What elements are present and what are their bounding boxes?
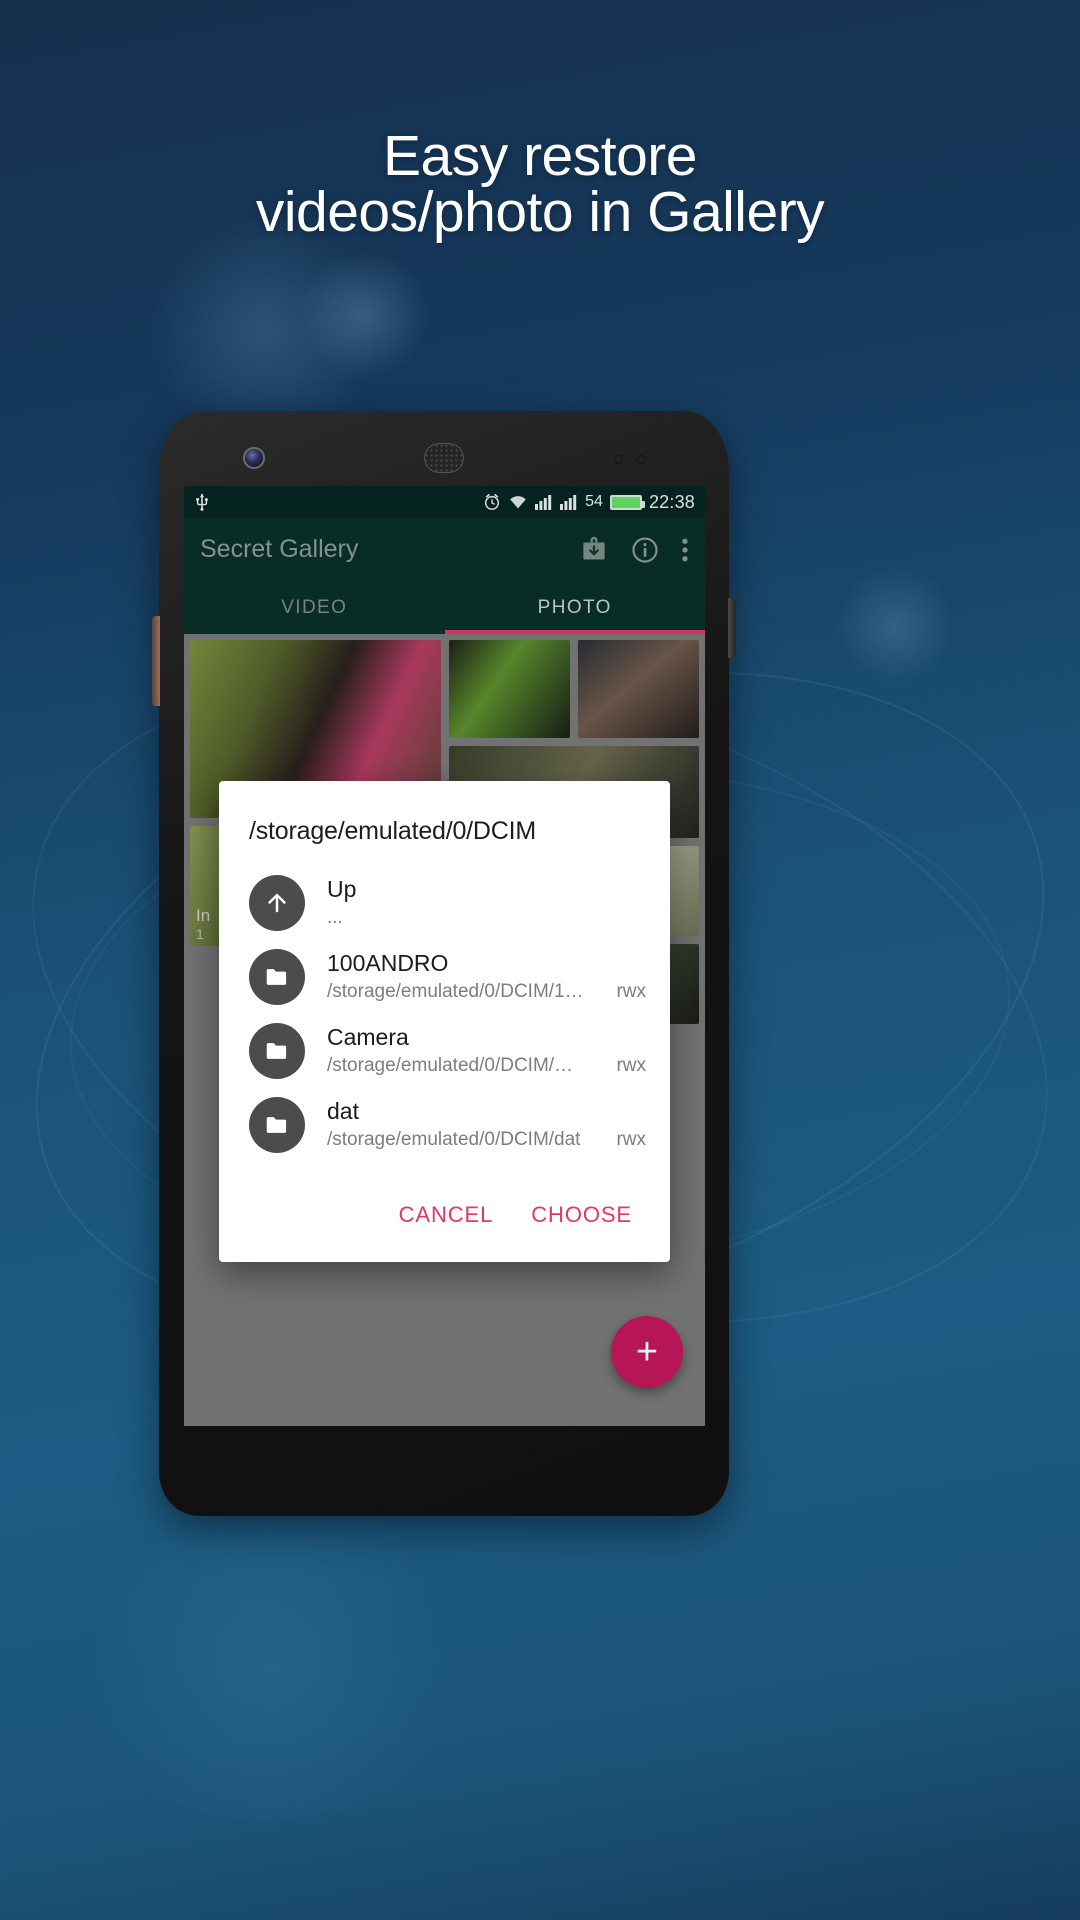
list-item-permissions: rwx [616,1055,646,1076]
cancel-button[interactable]: CANCEL [387,1194,506,1236]
list-item-subtitle: /storage/emulated/0/DCIM/100AN… [327,981,586,1002]
list-item[interactable]: 100ANDRO /storage/emulated/0/DCIM/100AN…… [219,940,670,1014]
list-item-title: Camera [327,1024,409,1050]
proximity-sensor-icon [614,455,623,464]
list-item-title: 100ANDRO [327,950,449,976]
phone-screen: 54 22:38 Secret Gallery VIDEO PHOTO In 1… [184,486,705,1426]
list-item-text: Camera /storage/emulated/0/DCIM/Camera [327,1023,586,1079]
list-item-permissions: rwx [616,981,646,1002]
headline-line-2: videos/photo in Gallery [255,180,825,244]
background-glow [60,1520,480,1820]
list-item[interactable]: Camera /storage/emulated/0/DCIM/Camera r… [219,1014,670,1088]
list-item-text: Up ... [327,875,616,931]
earpiece-speaker-icon [424,443,464,473]
choose-button[interactable]: CHOOSE [519,1194,644,1236]
list-item-permissions: rwx [616,1129,646,1150]
directory-chooser-dialog: /storage/emulated/0/DCIM Up ... 100ANDRO… [219,781,670,1262]
list-item[interactable]: dat /storage/emulated/0/DCIM/dat rwx [219,1088,670,1162]
list-item-subtitle: ... [327,907,343,928]
list-item-title: dat [327,1098,359,1124]
front-camera-icon [245,449,263,467]
directory-list: Up ... 100ANDRO /storage/emulated/0/DCIM… [219,866,670,1166]
phone-bottom-bezel [159,1428,729,1516]
list-item-text: 100ANDRO /storage/emulated/0/DCIM/100AN… [327,949,586,1005]
list-item-subtitle: /storage/emulated/0/DCIM/Camera [327,1055,586,1076]
promo-headline: Easy restore videos/photo in Gallery [0,128,1080,244]
promo-screenshot: Easy restore videos/photo in Gallery 54 … [0,0,1080,1920]
list-item-text: dat /storage/emulated/0/DCIM/dat [327,1097,586,1153]
arrow-up-icon [249,875,305,931]
headline-line-1: Easy restore [383,124,697,188]
dialog-title: /storage/emulated/0/DCIM [249,817,536,845]
phone-device-mockup: 54 22:38 Secret Gallery VIDEO PHOTO In 1… [152,407,736,1520]
folder-icon [249,1097,305,1153]
list-item[interactable]: Up ... [219,866,670,940]
dialog-actions: CANCEL CHOOSE [219,1166,670,1262]
list-item-permissions [638,929,646,931]
folder-icon [249,1023,305,1079]
folder-icon [249,949,305,1005]
background-glow [300,250,430,380]
power-button[interactable] [728,598,736,658]
list-item-title: Up [327,876,357,902]
list-item-subtitle: /storage/emulated/0/DCIM/dat [327,1129,581,1150]
light-sensor-icon [637,455,646,464]
volume-button[interactable] [152,616,160,706]
